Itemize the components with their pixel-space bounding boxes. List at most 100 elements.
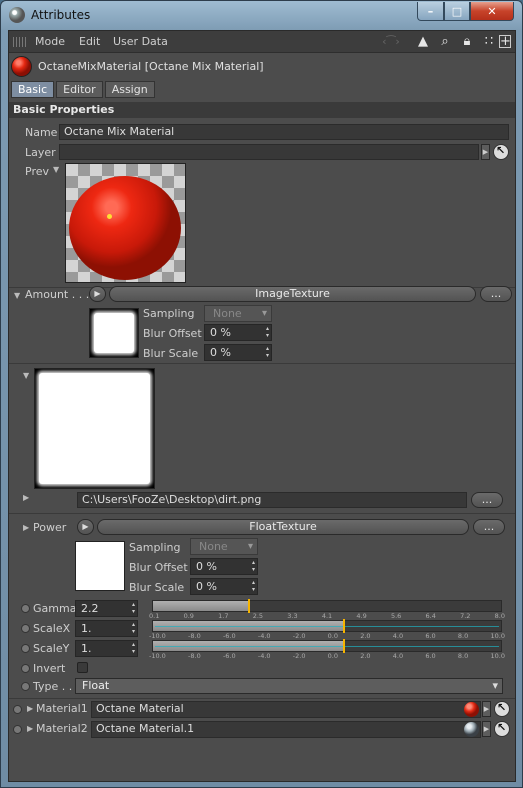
layer-label: Layer	[25, 146, 56, 159]
type-select[interactable]: Float	[75, 678, 503, 694]
window-title: Attributes	[31, 8, 91, 22]
material2-thumbnail	[464, 722, 479, 737]
image-collapse-icon[interactable]: ▼	[23, 371, 29, 380]
type-radio[interactable]	[21, 682, 30, 691]
name-input[interactable]: Octane Mix Material	[59, 124, 509, 140]
material1-thumbnail	[464, 702, 479, 717]
power-texture-button[interactable]: FloatTexture	[97, 519, 469, 535]
title-bar[interactable]: Attributes – □ ✕	[1, 1, 522, 29]
menu-mode[interactable]: Mode	[35, 35, 65, 48]
invert-label: Invert	[33, 662, 66, 675]
image-path-input[interactable]: C:\Users\FooZe\Desktop\dirt.png	[77, 492, 467, 508]
layer-arrow-button[interactable]: ▶	[481, 144, 490, 160]
tab-editor[interactable]: Editor	[56, 81, 103, 98]
app-icon	[9, 7, 25, 23]
menu-user-data[interactable]: User Data	[113, 35, 168, 48]
power-more-button[interactable]: ...	[473, 519, 505, 535]
new-panel-icon[interactable]: +	[499, 35, 511, 48]
object-name: OctaneMixMaterial [Octane Mix Material]	[38, 60, 264, 73]
amount-blur-scale-input[interactable]: 0 %	[204, 344, 272, 361]
scaley-scale-tick: 2.0	[360, 652, 371, 660]
scalex-label: ScaleX	[33, 622, 71, 635]
attributes-panel: Mode Edit User Data ‹⁀› ▲ ⌕ 🔒︎ ∷ + Octan…	[8, 30, 516, 782]
amount-texture-button[interactable]: ImageTexture	[109, 286, 476, 302]
power-sampling-select[interactable]: None	[190, 538, 258, 555]
image-expand-icon[interactable]: ▶	[23, 493, 29, 502]
hierarchy-icon[interactable]: ∷	[481, 34, 497, 50]
window-frame: Attributes – □ ✕ Mode Edit User Data ‹⁀›…	[0, 0, 523, 788]
prev-menu-icon[interactable]: ▼	[53, 165, 59, 174]
lock-icon[interactable]: 🔒︎	[459, 34, 475, 50]
scaley-input[interactable]: 1.	[75, 640, 138, 657]
grip-icon[interactable]	[13, 37, 27, 47]
scaley-radio[interactable]	[21, 644, 30, 653]
gamma-slider[interactable]	[152, 599, 502, 613]
power-texture-thumbnail	[75, 541, 125, 591]
image-more-button[interactable]: ...	[471, 492, 503, 508]
material1-link-field[interactable]: Octane Material	[91, 701, 481, 718]
scalex-input[interactable]: 1.	[75, 620, 138, 637]
minimize-button[interactable]: –	[417, 2, 444, 21]
material1-picker-icon[interactable]	[494, 701, 510, 717]
scaley-scale-tick: -2.0	[292, 652, 306, 660]
arrow-cursor-icon[interactable]: ▲	[415, 34, 431, 50]
power-blur-offset-label: Blur Offset	[129, 561, 188, 574]
amount-more-button[interactable]: ...	[480, 286, 512, 302]
scaley-slider-handle[interactable]	[343, 639, 345, 653]
nav-arrows-icon[interactable]: ‹⁀›	[371, 34, 411, 50]
tab-basic[interactable]: Basic	[11, 81, 55, 98]
material1-label: Material1	[36, 702, 88, 715]
scaley-scale-tick: 8.0	[457, 652, 469, 660]
menu-edit[interactable]: Edit	[79, 35, 100, 48]
tab-assign[interactable]: Assign	[104, 81, 155, 98]
material1-arrow-button[interactable]: ▶	[482, 701, 491, 717]
amount-label: Amount . . .	[25, 288, 90, 301]
scaley-scale-tick: 10.0	[490, 652, 505, 660]
gamma-slider-fill	[153, 601, 249, 611]
material1-radio[interactable]	[13, 705, 22, 714]
material2-link-field[interactable]: Octane Material.1	[91, 721, 481, 738]
scaley-scale-tick: 0.0	[327, 652, 339, 660]
scalex-slider[interactable]	[152, 619, 502, 633]
maximize-button[interactable]: □	[444, 2, 470, 21]
material1-expand-icon[interactable]: ▶	[27, 704, 33, 713]
gamma-label: Gamma	[33, 602, 77, 615]
material2-arrow-button[interactable]: ▶	[482, 721, 491, 737]
amount-blur-offset-label: Blur Offset	[143, 327, 202, 340]
power-arrow-button[interactable]: ▶	[77, 519, 94, 535]
material2-radio[interactable]	[13, 725, 22, 734]
invert-radio[interactable]	[21, 664, 30, 673]
material2-expand-icon[interactable]: ▶	[27, 724, 33, 733]
power-blur-scale-input[interactable]: 0 %	[190, 578, 258, 595]
gamma-radio[interactable]	[21, 604, 30, 613]
scaley-slider[interactable]	[152, 639, 502, 653]
layer-picker-icon[interactable]	[493, 144, 509, 160]
type-label: Type . .	[33, 680, 73, 693]
gamma-input[interactable]: 2.2	[75, 600, 138, 617]
name-label: Name	[25, 126, 58, 139]
close-button[interactable]: ✕	[470, 2, 514, 21]
power-sampling-label: Sampling	[129, 541, 181, 554]
scaley-scale-tick: -8.0	[188, 652, 201, 660]
amount-sampling-select[interactable]: None	[204, 305, 272, 322]
amount-arrow-button[interactable]: ▶	[89, 286, 106, 302]
prev-label: Prev	[25, 165, 49, 178]
image-texture-preview	[34, 368, 155, 489]
amount-blur-offset-input[interactable]: 0 %	[204, 324, 272, 341]
scaley-scale: -10.0 -8.0 -6.0 -4.0 -2.0 0.0 2.0 4.0 6.0 8.0 10.0	[149, 652, 505, 661]
search-icon[interactable]: ⌕	[437, 34, 453, 50]
layer-input[interactable]	[59, 144, 479, 160]
power-blur-offset-input[interactable]: 0 %	[190, 558, 258, 575]
material2-picker-icon[interactable]	[494, 721, 510, 737]
invert-checkbox[interactable]	[77, 662, 88, 673]
preview-sphere	[69, 176, 181, 280]
menu-bar: Mode Edit User Data ‹⁀› ▲ ⌕ 🔒︎ ∷ +	[9, 31, 515, 53]
scaley-scale-tick: -10.0	[149, 652, 166, 660]
gamma-slider-handle[interactable]	[248, 599, 250, 613]
amount-collapse-icon[interactable]: ▼	[14, 291, 20, 300]
power-expand-icon[interactable]: ▶	[23, 523, 29, 532]
scalex-radio[interactable]	[21, 624, 30, 633]
amount-sampling-label: Sampling	[143, 307, 195, 320]
material-thumbnail	[11, 56, 32, 77]
scalex-slider-handle[interactable]	[343, 619, 345, 633]
